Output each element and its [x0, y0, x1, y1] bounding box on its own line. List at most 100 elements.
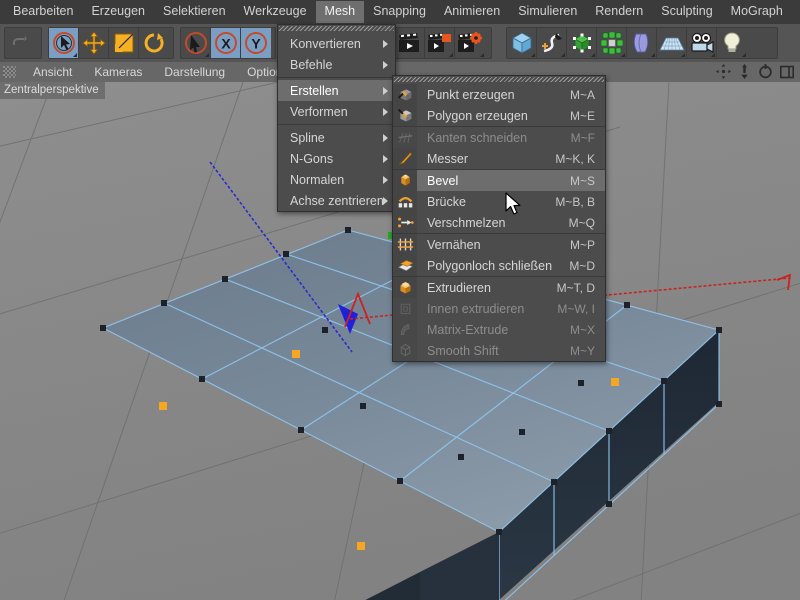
bend-deformer-button[interactable]: [627, 28, 657, 58]
maximize-view-icon[interactable]: [780, 65, 794, 79]
select-arrow-button[interactable]: [49, 28, 79, 58]
render-view-button[interactable]: [395, 28, 425, 58]
dolly-icon[interactable]: [738, 64, 751, 79]
menu-item-label: Extrudieren: [417, 281, 557, 295]
menu-item-smooth-shift[interactable]: Smooth ShiftM~Y: [393, 340, 605, 361]
nurbs-generator-button[interactable]: [567, 28, 597, 58]
submenu-arrow-icon: [383, 176, 388, 184]
menu-item-erstellen[interactable]: Erstellen: [278, 80, 395, 101]
menubar-item-mesh[interactable]: Mesh: [316, 1, 365, 23]
weld-icon: [393, 212, 417, 233]
menu-item-verschmelzen[interactable]: VerschmelzenM~Q: [393, 212, 605, 233]
x-axis-lock-button[interactable]: X: [211, 28, 241, 58]
menu-item-konvertieren[interactable]: Konvertieren: [278, 33, 395, 54]
undo-button[interactable]: [5, 28, 35, 58]
menu-erstellen-submenu[interactable]: Punkt erzeugenM~APolygon erzeugenM~EKant…: [392, 75, 606, 362]
menu-item-label: Befehle: [278, 58, 395, 72]
menubar-item-bearbeiten[interactable]: Bearbeiten: [4, 1, 82, 23]
menu-mesh-dropdown[interactable]: Konvertieren Befehle Erstellen Verformen Spl…: [277, 24, 396, 212]
move-tool-button[interactable]: [79, 28, 109, 58]
menu-item-label: Normalen: [278, 173, 395, 187]
extrude-icon: [393, 277, 417, 298]
menubar-item-erzeugen[interactable]: Erzeugen: [82, 1, 154, 23]
toolbar-group-transform: [48, 27, 174, 59]
menu-item-shortcut: M~F: [571, 131, 605, 145]
menu-item-achse-zentrieren[interactable]: Achse zentrieren: [278, 190, 395, 211]
menu-item-label: Verformen: [278, 105, 395, 119]
menu-item-polygonloch-schlie-en[interactable]: Polygonloch schließenM~D: [393, 255, 605, 276]
bridge-icon: [393, 191, 417, 212]
y-axis-lock-button[interactable]: Y: [241, 28, 271, 58]
menubar-item-werkzeuge[interactable]: Werkzeuge: [235, 1, 316, 23]
menu-item-shortcut: M~D: [569, 259, 605, 273]
menubar-item-snapping[interactable]: Snapping: [364, 1, 435, 23]
menu-item-befehle[interactable]: Befehle: [278, 54, 395, 75]
menu-item-bevel[interactable]: BevelM~S: [393, 170, 605, 191]
menu-item-label: Vernähen: [417, 238, 570, 252]
menu-item-extrudieren[interactable]: ExtrudierenM~T, D: [393, 277, 605, 298]
menubar-item-sculpting[interactable]: Sculpting: [652, 1, 721, 23]
menubar-item-mograph[interactable]: MoGraph: [722, 1, 792, 23]
main-toolbar: X Y: [0, 24, 800, 62]
main-menubar: BearbeitenErzeugenSelektierenWerkzeugeMe…: [0, 0, 800, 24]
menu-item-label: Konvertieren: [278, 37, 395, 51]
menu-item-verformen[interactable]: Verformen: [278, 101, 395, 122]
submenu-arrow-icon: [383, 197, 388, 205]
cube-primitive-button[interactable]: [507, 28, 537, 58]
viewport-menubar-grip[interactable]: [3, 66, 16, 78]
create-polygon-icon: [393, 105, 417, 126]
menu-item-spline[interactable]: Spline: [278, 127, 395, 148]
menu-item-shortcut: M~K, K: [555, 152, 605, 166]
submenu-arrow-icon: [383, 40, 388, 48]
viewport-menu-item-kameras[interactable]: Kameras: [83, 65, 153, 79]
menubar-item-animieren[interactable]: Animieren: [435, 1, 509, 23]
menu-item-kanten-schneiden[interactable]: Kanten schneidenM~F: [393, 127, 605, 148]
menubar-item-selektieren[interactable]: Selektieren: [154, 1, 235, 23]
menu-item-punkt-erzeugen[interactable]: Punkt erzeugenM~A: [393, 84, 605, 105]
menu-item-normalen[interactable]: Normalen: [278, 169, 395, 190]
tool-corner-marker: [531, 53, 535, 57]
menu-item-shortcut: M~W, I: [557, 302, 605, 316]
tool-corner-marker: [449, 53, 453, 57]
menu-item-shortcut: M~A: [570, 88, 605, 102]
menu-item-matrix-extrude[interactable]: Matrix-ExtrudeM~X: [393, 319, 605, 340]
render-region-button[interactable]: [425, 28, 455, 58]
menu-item-messer[interactable]: MesserM~K, K: [393, 148, 605, 169]
menu-item-label: Smooth Shift: [417, 344, 570, 358]
menubar-item-simulieren[interactable]: Simulieren: [509, 1, 586, 23]
toolbar-group-objects: [506, 27, 778, 59]
menu-item-br-cke[interactable]: BrückeM~B, B: [393, 191, 605, 212]
pan-icon[interactable]: [716, 64, 731, 79]
menu-item-shortcut: M~P: [570, 238, 605, 252]
menu-drag-strip[interactable]: [279, 26, 394, 31]
tool-corner-marker: [681, 53, 685, 57]
menu-item-n-gons[interactable]: N-Gons: [278, 148, 395, 169]
menu-item-polygon-erzeugen[interactable]: Polygon erzeugenM~E: [393, 105, 605, 126]
menu-item-innen-extrudieren[interactable]: Innen extrudierenM~W, I: [393, 298, 605, 319]
menu-item-shortcut: M~X: [570, 323, 605, 337]
spline-pen-button[interactable]: [537, 28, 567, 58]
rotate-tool-button[interactable]: [139, 28, 169, 58]
menubar-item-charakter[interactable]: Charakter: [792, 1, 800, 23]
submenu-arrow-icon: [383, 87, 388, 95]
rotate-view-icon[interactable]: [758, 64, 773, 79]
tool-corner-marker: [480, 53, 484, 57]
viewport-menu-item-ansicht[interactable]: Ansicht: [22, 65, 83, 79]
menu-item-label: Achse zentrieren: [278, 194, 395, 208]
menu-drag-strip[interactable]: [394, 77, 604, 82]
camera-object-button[interactable]: [687, 28, 717, 58]
live-select-button[interactable]: [181, 28, 211, 58]
light-object-button[interactable]: [717, 28, 747, 58]
array-object-button[interactable]: [597, 28, 627, 58]
render-settings-button[interactable]: [455, 28, 485, 58]
scale-tool-button[interactable]: [109, 28, 139, 58]
viewport-menu-item-darstellung[interactable]: Darstellung: [153, 65, 236, 79]
viewport-label: Zentralperspektive: [0, 82, 105, 99]
menu-item-vern-hen[interactable]: VernähenM~P: [393, 234, 605, 255]
matrix-extrude-icon: [393, 319, 417, 340]
menubar-item-rendern[interactable]: Rendern: [586, 1, 652, 23]
floor-object-button[interactable]: [657, 28, 687, 58]
cinema4d-window: Zentralperspektive BearbeitenErzeugenSel…: [0, 0, 800, 600]
bevel-icon: [393, 170, 417, 191]
menu-item-shortcut: M~T, D: [557, 281, 605, 295]
